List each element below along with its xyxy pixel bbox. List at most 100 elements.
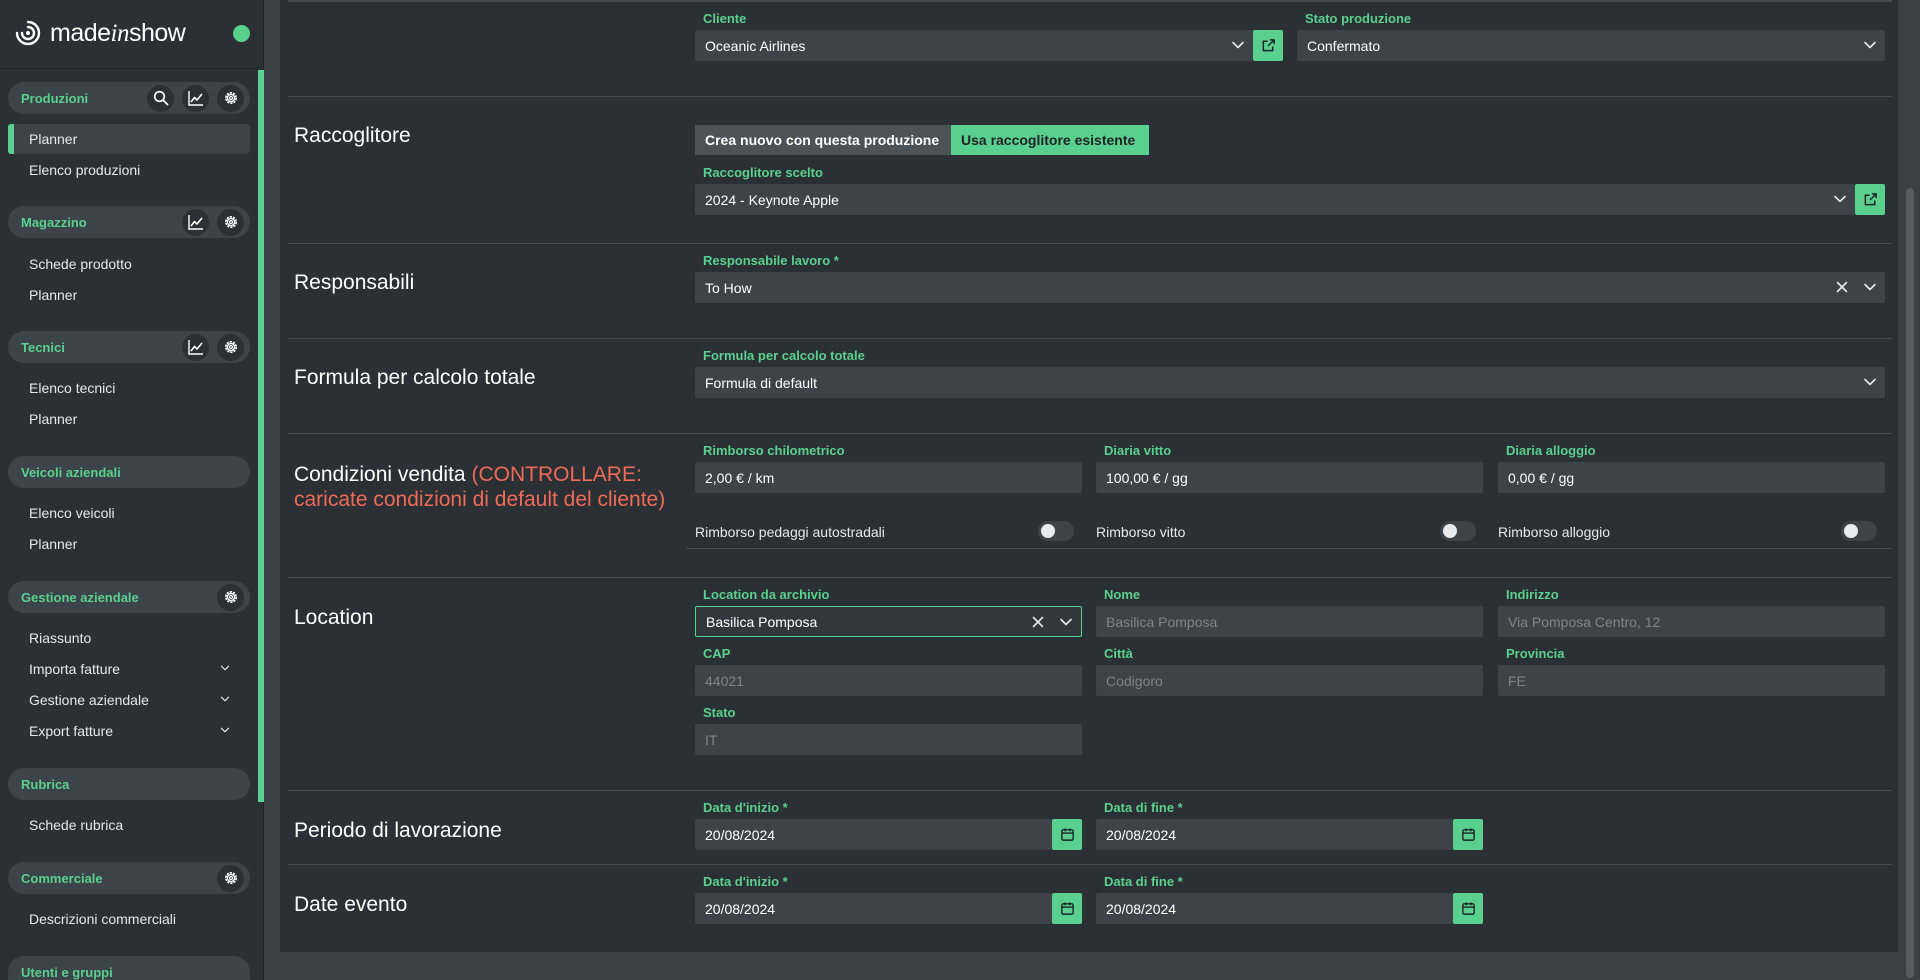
provincia-label: Provincia: [1506, 646, 1565, 661]
stats-icon[interactable]: [182, 333, 209, 361]
gear-icon[interactable]: [217, 864, 244, 892]
raccoglitore-select[interactable]: 2024 - Keynote Apple: [695, 184, 1855, 215]
section-title: Gestione aziendale: [21, 589, 139, 605]
section-commerciale[interactable]: Commerciale: [8, 862, 250, 894]
divider: [686, 548, 1892, 549]
vitto-toggle[interactable]: [1440, 521, 1476, 541]
clear-icon[interactable]: [1031, 615, 1045, 629]
chevron-down-icon: [1231, 38, 1245, 52]
gear-icon[interactable]: [217, 333, 244, 361]
crea-nuovo-button[interactable]: Crea nuovo con questa produzione: [695, 125, 951, 155]
gear-icon[interactable]: [217, 84, 244, 112]
logo-text: madeinshow: [50, 18, 186, 47]
periodo-inizio-input[interactable]: 20/08/2024: [695, 819, 1052, 850]
section-rubrica[interactable]: Rubrica: [8, 768, 250, 800]
sidebar-item-elenco-produzioni[interactable]: Elenco produzioni: [8, 155, 250, 185]
pedaggi-toggle[interactable]: [1038, 521, 1074, 541]
row-divider: [288, 790, 1892, 791]
provincia-input: FE: [1498, 665, 1885, 696]
periodo-fine-input[interactable]: 20/08/2024: [1096, 819, 1453, 850]
location-archivio-select[interactable]: Basilica Pomposa: [695, 606, 1082, 637]
chevron-down-icon: [220, 694, 230, 704]
evento-inizio-calendar-button[interactable]: [1052, 893, 1082, 924]
section-utenti[interactable]: Utenti e gruppi: [8, 956, 250, 980]
row-divider: [288, 433, 1892, 434]
citta-label: Città: [1104, 646, 1133, 661]
evento-inizio-input[interactable]: 20/08/2024: [695, 893, 1052, 924]
sidebar-item-descrizioni-commerciali[interactable]: Descrizioni commerciali: [8, 904, 250, 934]
sidebar-item-planner[interactable]: Planner: [8, 124, 250, 154]
condizioni-warning-1: (CONTROLLARE:: [471, 463, 642, 486]
sidebar-item-gestione-aziendale[interactable]: Gestione aziendale: [8, 685, 250, 715]
external-link-icon: [1261, 38, 1276, 53]
evento-fine-calendar-button[interactable]: [1453, 893, 1483, 924]
sidebar: madeinshow Produzioni Planner Elenco pro…: [0, 0, 264, 980]
evento-fine-input[interactable]: 20/08/2024: [1096, 893, 1453, 924]
diaria-alloggio-label: Diaria alloggio: [1506, 443, 1596, 458]
section-title: Veicoli aziendali: [21, 464, 121, 480]
gear-icon[interactable]: [217, 583, 244, 611]
sidebar-item-label: Importa fatture: [29, 661, 121, 677]
sidebar-item-importa-fatture[interactable]: Importa fatture: [8, 654, 250, 684]
usa-esistente-button[interactable]: Usa raccoglitore esistente: [951, 125, 1149, 155]
clear-icon[interactable]: [1835, 280, 1849, 294]
alloggio-toggle-label: Rimborso alloggio: [1498, 524, 1611, 540]
vitto-toggle-label: Rimborso vitto: [1096, 524, 1186, 540]
sidebar-item-export-fatture[interactable]: Export fatture: [8, 716, 250, 746]
search-icon[interactable]: [147, 84, 174, 112]
raccoglitore-value: 2024 - Keynote Apple: [705, 191, 839, 208]
diaria-vitto-input[interactable]: 100,00 € / gg: [1096, 462, 1483, 493]
gear-icon[interactable]: [217, 208, 244, 236]
alloggio-toggle[interactable]: [1841, 521, 1877, 541]
section-produzioni[interactable]: Produzioni: [8, 82, 250, 114]
formula-select[interactable]: Formula di default: [695, 367, 1885, 398]
open-raccoglitore-button[interactable]: [1855, 184, 1885, 215]
evento-inizio-label: Data d'inizio *: [703, 874, 788, 889]
sidebar-item-planner[interactable]: Planner: [8, 529, 250, 559]
sidebar-item-schede-rubrica[interactable]: Schede rubrica: [8, 810, 250, 840]
stats-icon[interactable]: [182, 208, 209, 236]
responsabile-value: To How: [705, 279, 752, 296]
stats-icon[interactable]: [182, 84, 209, 112]
sidebar-item-elenco-veicoli[interactable]: Elenco veicoli: [8, 498, 250, 528]
section-veicoli[interactable]: Veicoli aziendali: [8, 456, 250, 488]
evento-fine-label: Data di fine *: [1104, 874, 1183, 889]
rimborso-km-input[interactable]: 2,00 € / km: [695, 462, 1082, 493]
row-divider: [288, 0, 1892, 2]
sidebar-item-schede-prodotto[interactable]: Schede prodotto: [8, 249, 250, 279]
sidebar-item-elenco-tecnici[interactable]: Elenco tecnici: [8, 373, 250, 403]
open-cliente-button[interactable]: [1253, 30, 1283, 61]
section-title-date-evento: Date evento: [294, 893, 408, 916]
sidebar-item-riassunto[interactable]: Riassunto: [8, 623, 250, 653]
sidebar-item-planner[interactable]: Planner: [8, 280, 250, 310]
stato-input: IT: [695, 724, 1082, 755]
sidebar-item-label: Gestione aziendale: [29, 692, 149, 708]
section-tecnici[interactable]: Tecnici: [8, 331, 250, 363]
section-title: Rubrica: [21, 776, 70, 792]
sidebar-item-planner[interactable]: Planner: [8, 404, 250, 434]
chevron-down-icon: [220, 663, 230, 673]
responsabile-select[interactable]: To How: [695, 272, 1885, 303]
stato-label: Stato: [703, 705, 736, 720]
cliente-select[interactable]: Oceanic Airlines: [695, 30, 1253, 61]
section-magazzino[interactable]: Magazzino: [8, 206, 250, 238]
condizioni-title: Condizioni vendita: [294, 463, 466, 486]
section-title: Utenti e gruppi: [21, 965, 113, 980]
pedaggi-toggle-label: Rimborso pedaggi autostradali: [695, 524, 885, 540]
section-title-periodo: Periodo di lavorazione: [294, 819, 502, 842]
row-divider: [288, 243, 1892, 244]
diaria-alloggio-input[interactable]: 0,00 € / gg: [1498, 462, 1885, 493]
app-logo[interactable]: madeinshow: [14, 18, 186, 48]
row-divider: [288, 96, 1892, 97]
stato-produzione-select[interactable]: Confermato: [1297, 30, 1885, 61]
indirizzo-input: Via Pomposa Centro, 12: [1498, 606, 1885, 637]
condizioni-warning-2: caricate condizioni di default del clien…: [294, 488, 666, 511]
rimborso-km-label: Rimborso chilometrico: [703, 443, 845, 458]
section-gestione[interactable]: Gestione aziendale: [8, 581, 250, 613]
periodo-inizio-calendar-button[interactable]: [1052, 819, 1082, 850]
scrollbar[interactable]: [1906, 188, 1914, 978]
location-archivio-label: Location da archivio: [703, 587, 830, 602]
raccoglitore-label: Raccoglitore scelto: [703, 165, 823, 180]
external-link-icon: [1863, 192, 1878, 207]
periodo-fine-calendar-button[interactable]: [1453, 819, 1483, 850]
